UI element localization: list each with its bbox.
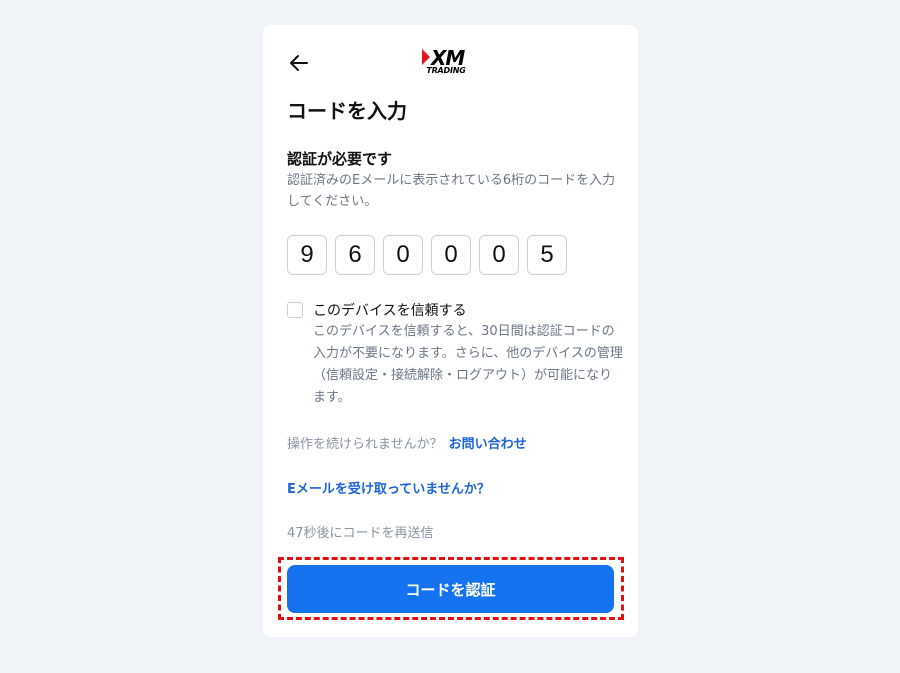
code-digit-6[interactable]: 5 xyxy=(527,235,567,275)
resend-countdown: 47秒後にコードを再送信 xyxy=(287,526,434,541)
section-title: 認証が必要です xyxy=(287,150,393,168)
code-input-group: 9 6 0 0 0 5 xyxy=(287,235,567,275)
code-digit-2[interactable]: 6 xyxy=(335,235,375,275)
code-digit-3[interactable]: 0 xyxy=(383,235,423,275)
help-prompt: 操作を続けられませんか？ xyxy=(287,437,443,452)
email-not-received-link[interactable]: Eメールを受け取っていませんか？ xyxy=(287,478,490,497)
code-digit-5[interactable]: 0 xyxy=(479,235,519,275)
logo-subtext: TRADING xyxy=(426,66,466,75)
trust-device-checkbox[interactable] xyxy=(287,302,303,318)
back-button[interactable] xyxy=(287,51,311,75)
help-line: 操作を続けられませんか？ お問い合わせ xyxy=(287,433,527,452)
code-digit-4[interactable]: 0 xyxy=(431,235,471,275)
page-title: コードを入力 xyxy=(287,99,407,123)
logo-accent-mark xyxy=(422,49,430,65)
instruction-text: 認証済みのEメールに表示されている6桁のコードを入力してください。 xyxy=(287,173,616,209)
trust-device-description: このデバイスを信頼すると、30日間は認証コードの入力が不要になります。さらに、他… xyxy=(313,324,623,405)
contact-link[interactable]: お問い合わせ xyxy=(449,437,527,452)
arrow-left-icon xyxy=(290,55,308,71)
trust-device-label[interactable]: このデバイスを信頼する xyxy=(313,300,467,320)
verify-code-button[interactable]: コードを認証 xyxy=(287,565,614,613)
verification-card: XM TRADING コードを入力 認証が必要です 認証済みのEメールに表示され… xyxy=(263,25,638,637)
code-digit-1[interactable]: 9 xyxy=(287,235,327,275)
xm-logo: XM TRADING xyxy=(421,47,471,77)
